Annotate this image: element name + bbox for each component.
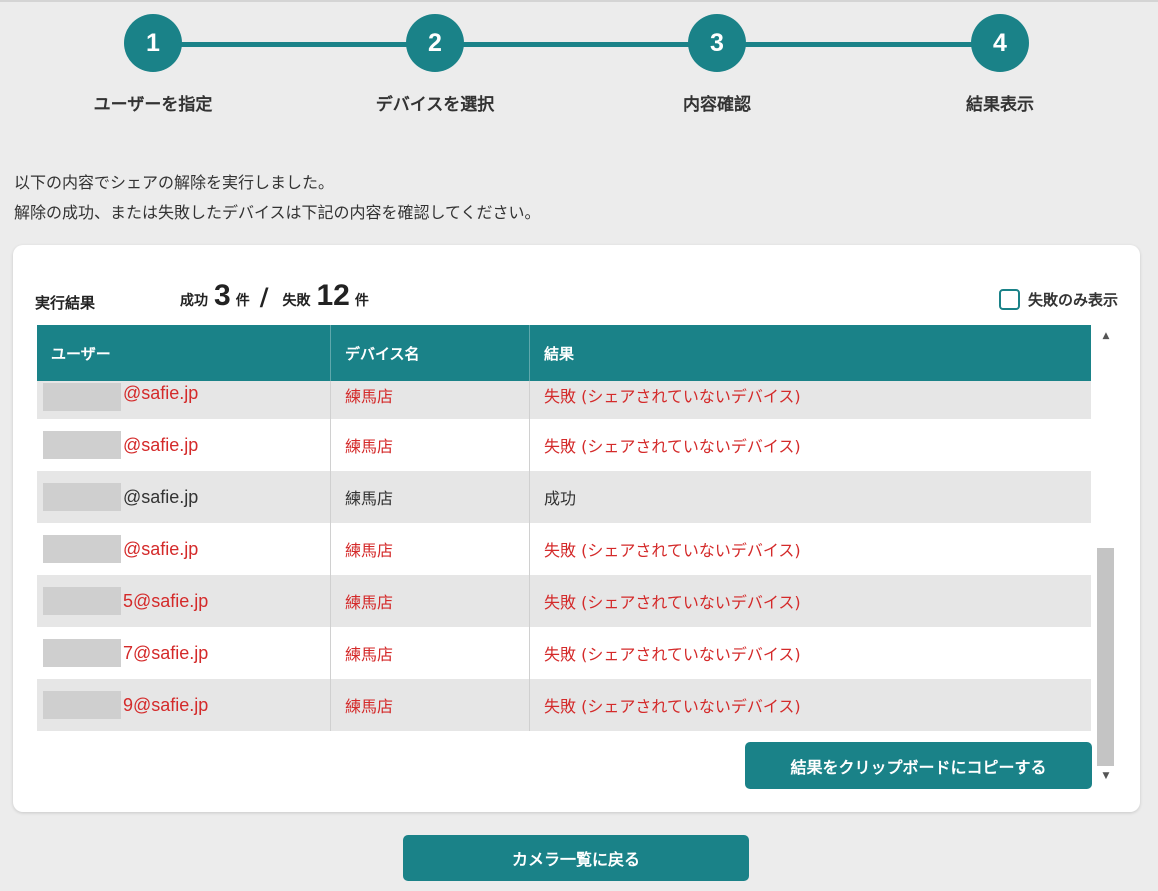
table-header: ユーザー デバイス名 結果 [37, 325, 1091, 381]
table-row: @safie.jp 練馬店 失敗 (シェアされていないデバイス) [37, 419, 1091, 471]
table-row: 7@safie.jp 練馬店 失敗 (シェアされていないデバイス) [37, 627, 1091, 679]
intro-message: 以下の内容でシェアの解除を実行しました。 解除の成功、または失敗したデバイスは下… [14, 168, 541, 228]
step-4-label: 結果表示 [966, 95, 1034, 115]
table-row: @safie.jp 練馬店 成功 [37, 471, 1091, 523]
step-4-circle: 4 [971, 14, 1029, 72]
fail-unit: 件 [354, 293, 369, 309]
redacted-username [43, 483, 121, 511]
redacted-username [43, 639, 121, 667]
device-cell: 練馬店 [331, 419, 530, 471]
user-cell: @safie.jp [37, 419, 331, 471]
step-2-circle: 2 [406, 14, 464, 72]
copy-to-clipboard-button[interactable]: 結果をクリップボードにコピーする [745, 742, 1092, 789]
header-device: デバイス名 [331, 325, 530, 381]
fail-count: 12 [316, 279, 350, 312]
success-unit: 件 [235, 293, 250, 309]
device-cell: 練馬店 [331, 575, 530, 627]
user-cell: @safie.jp [37, 381, 331, 419]
result-cell: 失敗 (シェアされていないデバイス) [544, 645, 801, 664]
user-cell: @safie.jp [37, 471, 331, 523]
table-row: @safie.jp 練馬店 失敗 (シェアされていないデバイス) [37, 523, 1091, 575]
step-3-label: 内容確認 [683, 95, 751, 115]
user-cell: 5@safie.jp [37, 575, 331, 627]
step-3-circle: 3 [688, 14, 746, 72]
step-4: 4 結果表示 [900, 14, 1100, 115]
result-cell: 失敗 (シェアされていないデバイス) [544, 593, 801, 612]
success-count: 3 [214, 279, 231, 312]
redacted-username [43, 383, 121, 411]
user-email: 9@safie.jp [123, 694, 209, 715]
device-cell: 練馬店 [331, 627, 530, 679]
user-email: 7@safie.jp [123, 642, 209, 663]
scroll-thumb[interactable] [1097, 548, 1114, 766]
result-cell: 成功 [544, 489, 577, 508]
stepper-line [152, 42, 1000, 47]
scroll-down-arrow-icon[interactable]: ▼ [1095, 771, 1117, 787]
result-cell: 失敗 (シェアされていないデバイス) [544, 387, 801, 406]
results-table: ユーザー デバイス名 結果 @safie.jp 練馬店 失敗 (シェアされていな… [37, 325, 1091, 731]
table-row: @safie.jp 練馬店 失敗 (シェアされていないデバイス) [37, 381, 1091, 419]
device-cell: 練馬店 [331, 679, 530, 731]
table-row: 9@safie.jp 練馬店 失敗 (シェアされていないデバイス) [37, 679, 1091, 731]
fail-only-label: 失敗のみ表示 [1027, 291, 1118, 309]
result-cell: 失敗 (シェアされていないデバイス) [544, 697, 801, 716]
intro-line-1: 以下の内容でシェアの解除を実行しました。 [14, 173, 335, 192]
user-email: @safie.jp [123, 383, 199, 403]
redacted-username [43, 535, 121, 563]
device-cell: 練馬店 [331, 381, 530, 419]
back-to-camera-list-button[interactable]: カメラ一覧に戻る [403, 835, 749, 881]
table-scrollbar[interactable]: ▲ ▼ [1095, 325, 1117, 787]
user-email: @safie.jp [123, 434, 199, 455]
table-body[interactable]: @safie.jp 練馬店 失敗 (シェアされていないデバイス) @safie.… [37, 381, 1091, 731]
header-user: ユーザー [37, 325, 331, 381]
redacted-username [43, 431, 121, 459]
device-cell: 練馬店 [331, 523, 530, 575]
user-email: @safie.jp [123, 486, 199, 507]
redacted-username [43, 587, 121, 615]
user-email: @safie.jp [123, 538, 199, 559]
table-row: 5@safie.jp 練馬店 失敗 (シェアされていないデバイス) [37, 575, 1091, 627]
result-summary: 成功 3 件 / 失敗 12 件 [180, 279, 369, 313]
scroll-up-arrow-icon[interactable]: ▲ [1095, 331, 1117, 347]
summary-slash: / [259, 283, 269, 311]
intro-line-2: 解除の成功、または失敗したデバイスは下記の内容を確認してください。 [14, 203, 541, 222]
user-email: 5@safie.jp [123, 590, 209, 611]
result-cell: 失敗 (シェアされていないデバイス) [544, 541, 801, 560]
step-1-label: ユーザーを指定 [93, 95, 213, 115]
fail-only-checkbox[interactable] [998, 289, 1020, 310]
user-cell: 7@safie.jp [37, 627, 331, 679]
step-3: 3 内容確認 [617, 14, 817, 115]
device-cell: 練馬店 [331, 471, 530, 523]
user-cell: 9@safie.jp [37, 679, 331, 731]
step-1: 1 ユーザーを指定 [53, 14, 253, 115]
fail-only-filter[interactable]: 失敗のみ表示 [998, 289, 1118, 310]
result-label: 実行結果 [35, 294, 96, 312]
user-cell: @safie.jp [37, 523, 331, 575]
step-1-circle: 1 [124, 14, 182, 72]
header-result: 結果 [544, 344, 575, 363]
result-cell: 失敗 (シェアされていないデバイス) [544, 437, 801, 456]
step-2: 2 デバイスを選択 [335, 14, 535, 115]
redacted-username [43, 691, 121, 719]
result-card: 実行結果 成功 3 件 / 失敗 12 件 失敗のみ表示 ユーザー デバイス名 … [13, 245, 1140, 812]
step-2-label: デバイスを選択 [375, 95, 495, 115]
fail-label: 失敗 [282, 293, 311, 309]
success-label: 成功 [180, 293, 208, 309]
progress-stepper: 1 ユーザーを指定 2 デバイスを選択 3 内容確認 4 結果表示 [0, 2, 1158, 132]
